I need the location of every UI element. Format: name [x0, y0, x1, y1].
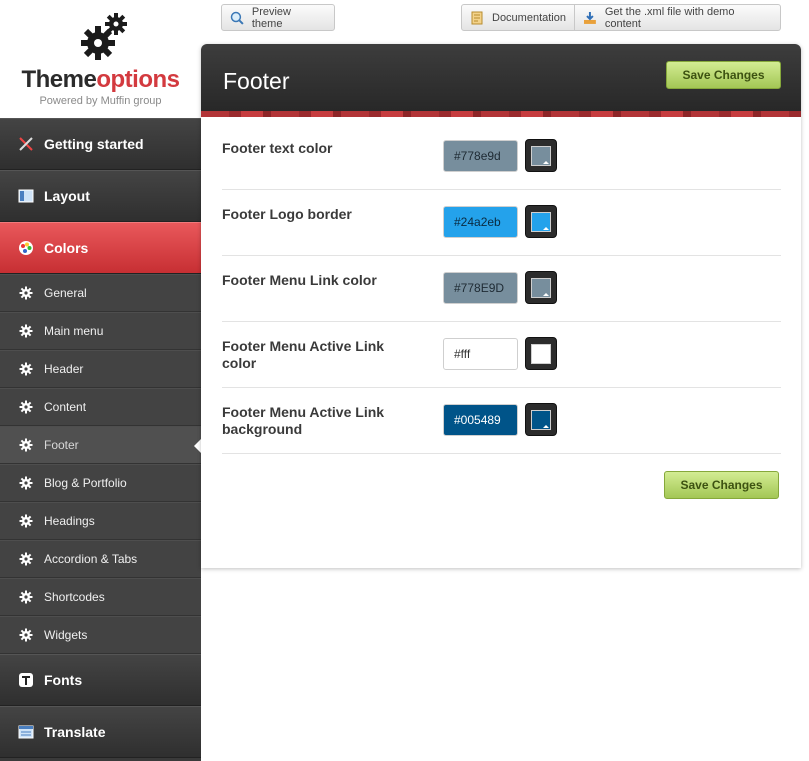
tools-icon — [17, 135, 35, 153]
color-palette-icon — [17, 239, 35, 257]
field-row-footer-menu-active-link-background: Footer Menu Active Link background #0054… — [222, 388, 781, 454]
color-input[interactable]: #778E9D — [443, 272, 518, 304]
field-label: Footer Menu Active Link color — [222, 338, 385, 371]
sidebar-item-blog-portfolio[interactable]: Blog & Portfolio — [0, 464, 201, 502]
color-preview — [531, 145, 551, 166]
gear-icon — [19, 438, 33, 452]
gear-icon — [19, 400, 33, 414]
sidebar-item-widgets[interactable]: Widgets — [0, 616, 201, 654]
color-input[interactable]: #778e9d — [443, 140, 518, 172]
panel-header: Footer Save Changes — [201, 44, 801, 117]
gears-logo-icon — [81, 13, 127, 60]
field-label: Footer Menu Active Link background — [222, 404, 385, 437]
docs-button-group: Documentation Get the .xml file with dem… — [461, 4, 781, 31]
logo-title: Themeoptions — [21, 66, 180, 93]
color-preview — [531, 343, 551, 364]
preview-theme-button[interactable]: Preview theme — [221, 4, 335, 31]
sidebar-item-accordion-tabs[interactable]: Accordion & Tabs — [0, 540, 201, 578]
sidebar-item-fonts[interactable]: Fonts — [0, 654, 201, 706]
font-icon — [17, 671, 35, 689]
color-preview — [531, 211, 551, 232]
gear-icon — [19, 324, 33, 338]
sidebar-item-getting-started[interactable]: Getting started — [0, 118, 201, 170]
sidebar-item-footer[interactable]: Footer — [0, 426, 201, 464]
sidebar-item-header[interactable]: Header — [0, 350, 201, 388]
field-row-footer-menu-active-link-color: Footer Menu Active Link color #fff — [222, 322, 781, 388]
gear-icon — [19, 590, 33, 604]
download-icon — [583, 11, 596, 24]
logo-subtitle: Powered by Muffin group — [39, 95, 162, 107]
color-input[interactable]: #005489 — [443, 404, 518, 436]
field-row-footer-text-color: Footer text color #778e9d — [222, 124, 781, 190]
sidebar-item-shortcodes[interactable]: Shortcodes — [0, 578, 201, 616]
header-stripe — [201, 111, 801, 117]
sidebar-item-layout[interactable]: Layout — [0, 170, 201, 222]
gear-icon — [19, 362, 33, 376]
sidebar-item-content[interactable]: Content — [0, 388, 201, 426]
field-label: Footer text color — [222, 140, 333, 156]
layout-icon — [17, 187, 35, 205]
gear-icon — [19, 628, 33, 642]
download-xml-button[interactable]: Get the .xml file with demo content — [574, 5, 780, 30]
page-title: Footer — [223, 68, 290, 94]
footer-options-panel: Footer Save Changes Footer text color #7… — [201, 44, 801, 568]
sidebar-item-general[interactable]: General — [0, 274, 201, 312]
color-fields-list: Footer text color #778e9d Footer Logo bo… — [222, 124, 781, 454]
gear-icon — [19, 552, 33, 566]
documentation-button[interactable]: Documentation — [462, 5, 574, 30]
color-preview — [531, 277, 551, 298]
gear-icon — [19, 476, 33, 490]
translate-icon — [17, 723, 35, 741]
document-icon — [471, 11, 483, 24]
field-label: Footer Menu Link color — [222, 272, 377, 288]
field-row-footer-logo-border: Footer Logo border #24a2eb — [222, 190, 781, 256]
sidebar-item-main-menu[interactable]: Main menu — [0, 312, 201, 350]
gear-icon — [19, 286, 33, 300]
color-picker-button[interactable] — [525, 271, 557, 304]
sidebar: Getting started Layout Colors General Ma… — [0, 118, 201, 761]
save-changes-button-top[interactable]: Save Changes — [666, 61, 781, 89]
color-picker-button[interactable] — [525, 403, 557, 436]
color-preview — [531, 409, 551, 430]
sidebar-item-colors[interactable]: Colors — [0, 222, 201, 274]
color-picker-button[interactable] — [525, 139, 557, 172]
sidebar-item-headings[interactable]: Headings — [0, 502, 201, 540]
magnifier-icon — [230, 11, 244, 25]
field-label: Footer Logo border — [222, 206, 352, 222]
color-input[interactable]: #24a2eb — [443, 206, 518, 238]
sidebar-item-translate[interactable]: Translate — [0, 706, 201, 758]
logo: Themeoptions Powered by Muffin group — [0, 0, 201, 118]
field-row-footer-menu-link-color: Footer Menu Link color #778E9D — [222, 256, 781, 322]
color-picker-button[interactable] — [525, 205, 557, 238]
gear-icon — [19, 514, 33, 528]
color-input[interactable]: #fff — [443, 338, 518, 370]
color-picker-button[interactable] — [525, 337, 557, 370]
save-changes-button-bottom[interactable]: Save Changes — [664, 471, 779, 499]
